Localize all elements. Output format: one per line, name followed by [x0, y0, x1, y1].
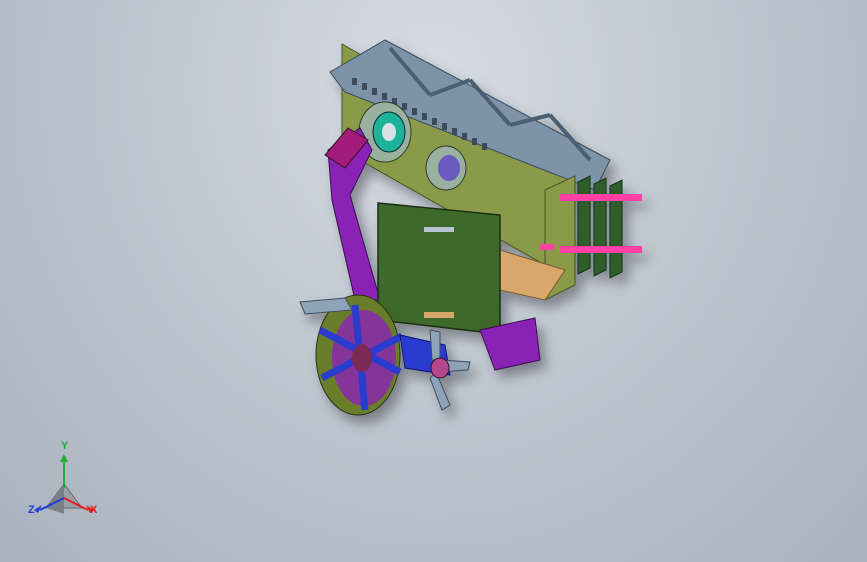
board-slot-bottom	[424, 312, 454, 318]
cad-assembly-model[interactable]	[0, 0, 867, 562]
pulley-lower	[425, 145, 467, 191]
right-green-fins	[577, 175, 623, 279]
coordinate-triad: Y X Z	[24, 440, 104, 524]
x-axis-label: X	[90, 504, 98, 516]
propeller-hub	[430, 357, 450, 379]
graphics-viewport[interactable]: Y X Z	[0, 0, 867, 562]
y-axis-label: Y	[61, 440, 69, 452]
z-axis-label: Z	[28, 504, 35, 516]
y-axis-arrow	[60, 454, 68, 462]
board-slot-top	[424, 227, 454, 232]
